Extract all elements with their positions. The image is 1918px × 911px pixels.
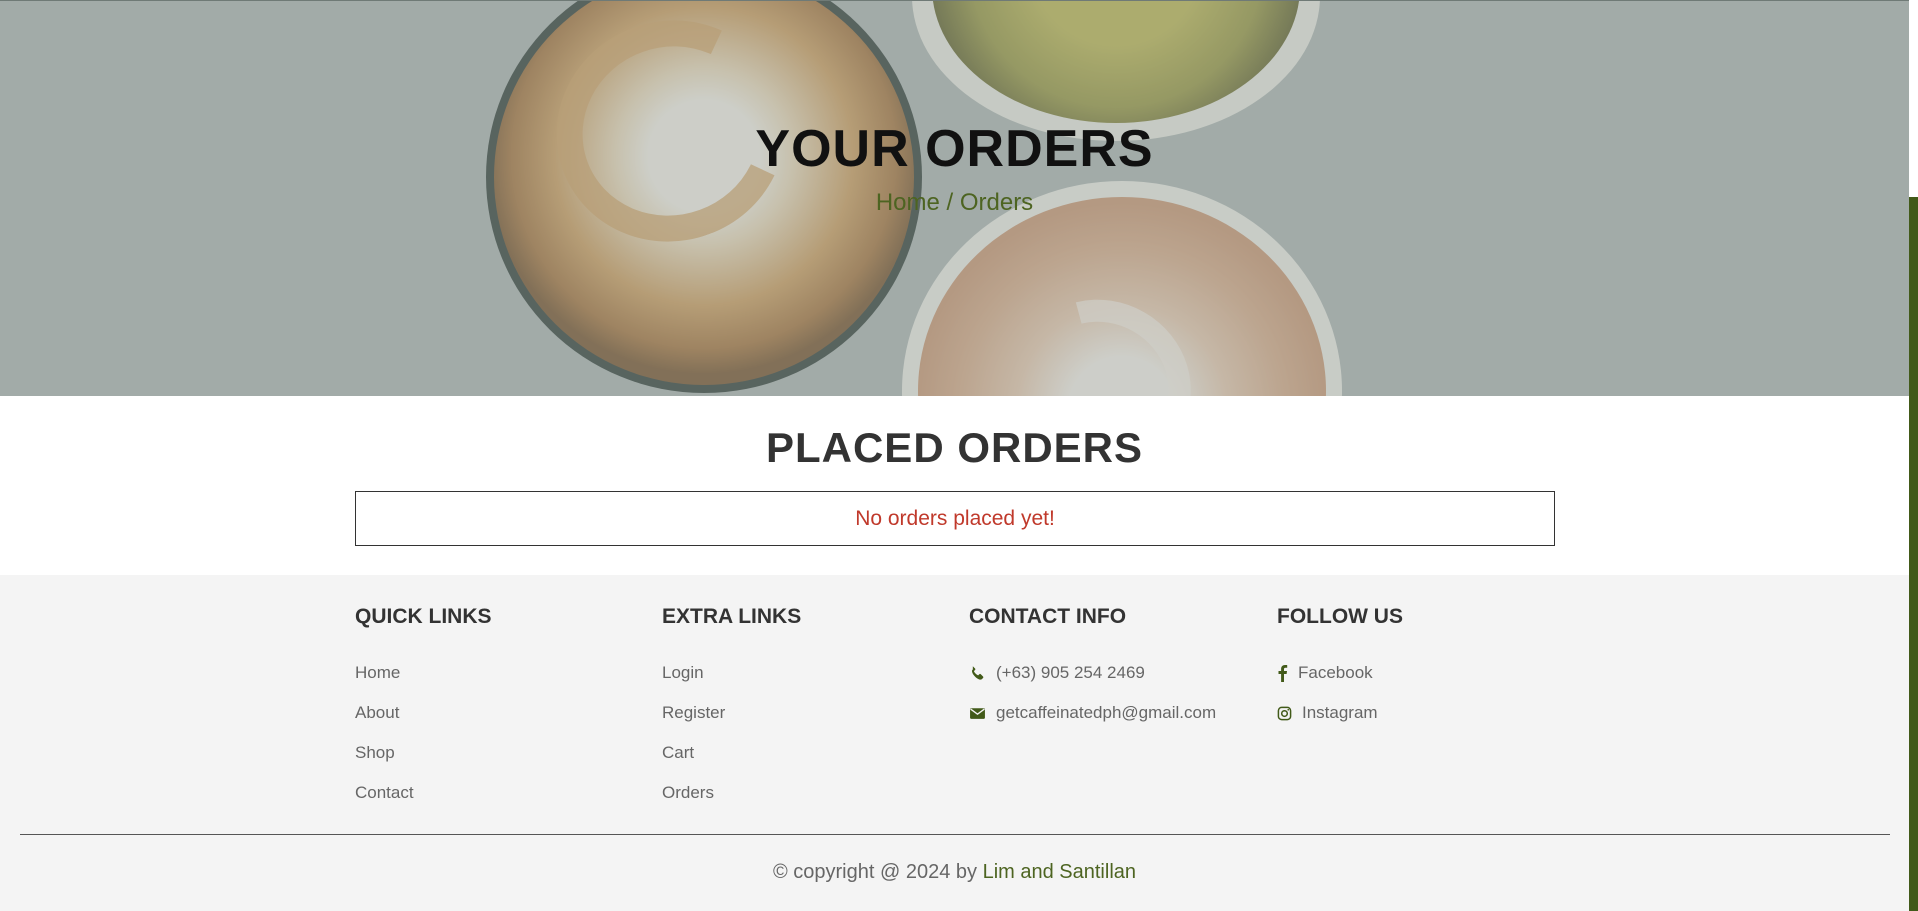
hero-banner: YOUR ORDERS Home / Orders <box>0 0 1909 396</box>
copyright-text: © copyright @ 2024 by <box>772 861 978 883</box>
copyright: © copyright @ 2024 by Lim and Santillan <box>0 861 1909 884</box>
scrollbar[interactable] <box>1909 197 1918 911</box>
footer-link-login[interactable]: Login <box>662 653 801 693</box>
footer-link-shop[interactable]: Shop <box>355 733 492 773</box>
contact-email[interactable]: getcaffeinatedph@gmail.com <box>969 693 1216 733</box>
footer-link-cart[interactable]: Cart <box>662 733 801 773</box>
page-title: YOUR ORDERS <box>755 120 1154 178</box>
follow-us-column: FOLLOW US Facebook Instagram <box>1277 605 1403 733</box>
placed-orders-title: PLACED ORDERS <box>765 424 1144 471</box>
footer-link-orders[interactable]: Orders <box>662 773 801 813</box>
footer-link-contact[interactable]: Contact <box>355 773 492 813</box>
facebook-link[interactable]: Facebook <box>1277 653 1403 693</box>
contact-email-text: getcaffeinatedph@gmail.com <box>996 703 1217 722</box>
instagram-link[interactable]: Instagram <box>1277 693 1403 733</box>
contact-phone-text: (+63) 905 254 2469 <box>996 663 1145 682</box>
footer-divider <box>20 834 1890 835</box>
contact-info-title: CONTACT INFO <box>969 605 1127 628</box>
extra-links-title: EXTRA LINKS <box>662 605 802 628</box>
facebook-icon <box>1278 665 1288 682</box>
copyright-authors: Lim and Santillan <box>982 861 1137 883</box>
footer-link-about[interactable]: About <box>355 693 492 733</box>
follow-us-title: FOLLOW US <box>1277 605 1403 628</box>
footer: QUICK LINKS Home About Shop Contact EXTR… <box>0 575 1909 911</box>
contact-info-column: CONTACT INFO (+63) 905 254 2469 getcaffe… <box>969 605 1216 733</box>
quick-links-title: QUICK LINKS <box>355 605 492 628</box>
footer-link-register[interactable]: Register <box>662 693 801 733</box>
phone-icon <box>972 665 984 680</box>
quick-links-column: QUICK LINKS Home About Shop Contact <box>355 605 492 813</box>
empty-orders-message: No orders placed yet! <box>355 491 1555 546</box>
footer-link-home[interactable]: Home <box>355 653 492 693</box>
envelope-icon <box>970 707 985 719</box>
instagram-label: Instagram <box>1302 703 1378 722</box>
breadcrumb[interactable]: Home / Orders <box>0 189 1909 217</box>
instagram-icon <box>1277 706 1292 720</box>
contact-phone[interactable]: (+63) 905 254 2469 <box>969 653 1216 693</box>
facebook-label: Facebook <box>1298 663 1373 682</box>
extra-links-column: EXTRA LINKS Login Register Cart Orders <box>662 605 801 813</box>
